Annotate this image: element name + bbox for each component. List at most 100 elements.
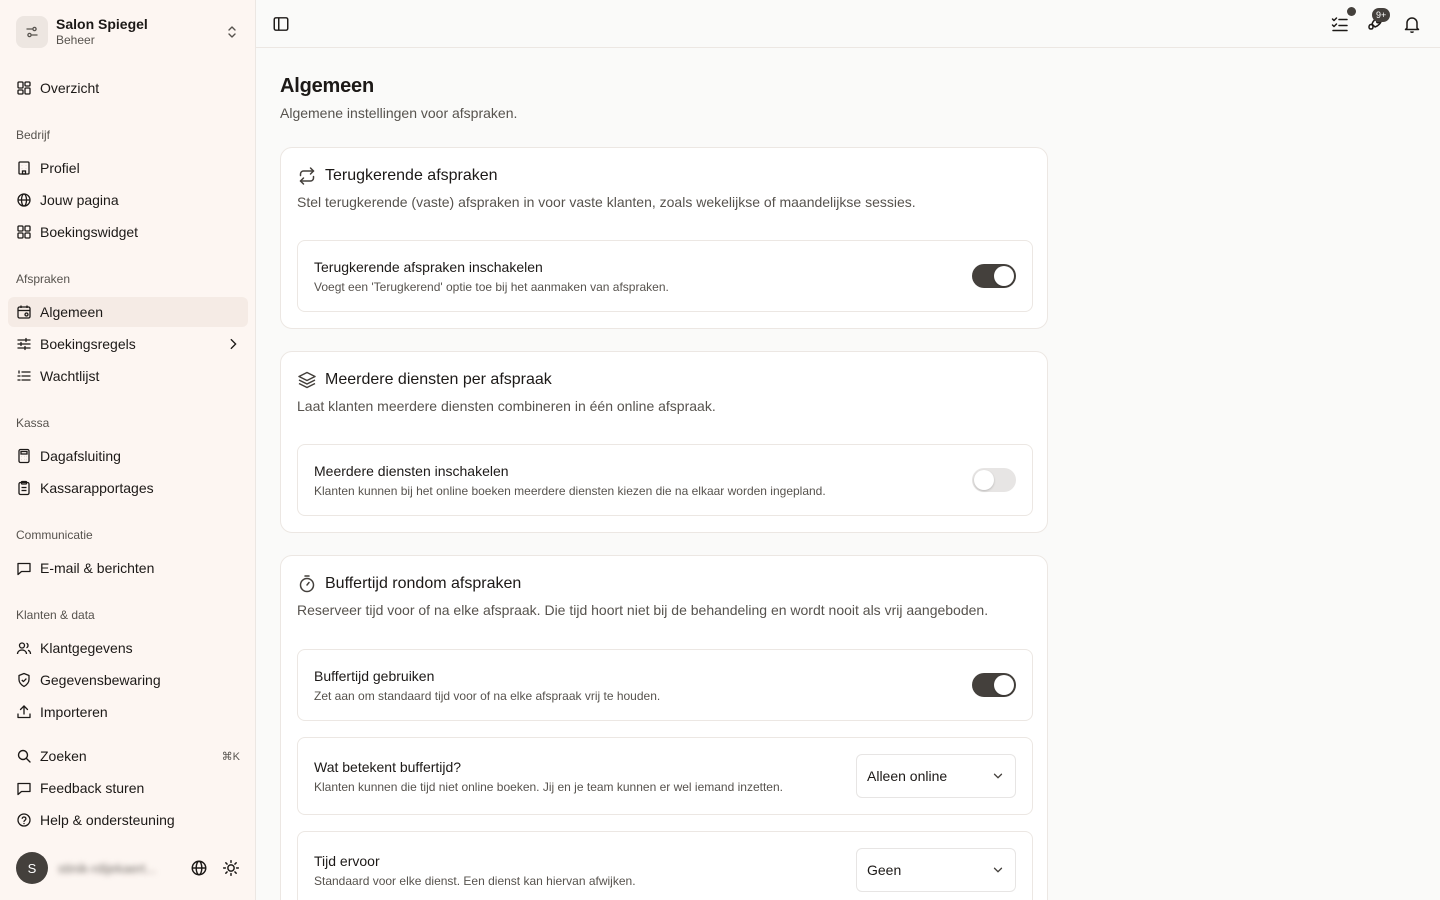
message-square-icon [17, 562, 31, 576]
sidebar-item-feedback[interactable]: Feedback sturen [8, 773, 248, 803]
setting-title: Wat betekent buffertijd? [314, 759, 462, 775]
sidebar-item-label: Help & ondersteuning [40, 812, 175, 828]
sidebar-item-algemeen[interactable]: Algemeen [8, 297, 248, 327]
user-menu[interactable]: S stinik-rdijekaert... [8, 848, 248, 888]
section-label-klanten: Klanten & data [16, 608, 95, 622]
toggle-knob [994, 675, 1014, 695]
sidebar-item-profiel[interactable]: Profiel [8, 153, 248, 183]
sidebar-item-label: E-mail & berichten [40, 560, 155, 576]
bell-icon[interactable] [1402, 14, 1422, 34]
building-icon [18, 161, 30, 175]
calculator-icon [18, 448, 30, 464]
sidebar-item-boekingsregels[interactable]: Boekingsregels [8, 329, 248, 359]
setting-description: Zet aan om standaard tijd voor of na elk… [314, 689, 661, 703]
setting-title: Terugkerende afspraken inschakelen [314, 259, 543, 275]
sidebar-item-label: Profiel [40, 160, 80, 176]
calendar-settings-icon [17, 305, 31, 319]
checklist-icon[interactable] [1330, 14, 1350, 34]
settings-sliders-icon [26, 26, 38, 38]
section-label-bedrijf: Bedrijf [16, 128, 51, 142]
layers-icon [298, 371, 316, 389]
toggle-knob [974, 470, 994, 490]
dashboard-icon [17, 81, 31, 95]
card-recurring-appointments: Terugkerende afspraken Stel terugkerende… [280, 147, 1048, 329]
card-description: Laat klanten meerdere diensten combinere… [297, 398, 716, 414]
buffer-toggle[interactable] [972, 673, 1016, 697]
globe-icon [17, 193, 31, 207]
org-switcher[interactable]: Salon Spiegel Beheer [8, 8, 248, 56]
setting-description: Standaard voor elke dienst. Een dienst k… [314, 874, 636, 888]
buffer-before-select[interactable]: Geen [856, 848, 1016, 892]
sidebar-item-kassarapportages[interactable]: Kassarapportages [8, 473, 248, 503]
sidebar-item-label: Boekingswidget [40, 224, 139, 240]
multi-services-toggle[interactable] [972, 468, 1016, 492]
chevron-down-icon [993, 867, 1003, 873]
help-circle-icon [17, 813, 31, 827]
timer-icon [299, 575, 315, 593]
notifications-count-badge: 9+ [1372, 8, 1391, 22]
section-label-kassa: Kassa [16, 416, 50, 430]
clipboard-icon [18, 480, 30, 496]
sidebar-item-help[interactable]: Help & ondersteuning [8, 805, 248, 835]
sidebar-item-label: Gegevensbewaring [40, 672, 161, 688]
page-title: Algemeen [280, 75, 374, 97]
recurring-toggle[interactable] [972, 264, 1016, 288]
list-ordered-icon [17, 370, 31, 381]
setting-description: Klanten kunnen bij het online boeken mee… [314, 484, 826, 498]
select-value: Alleen online [867, 768, 948, 784]
avatar: S [16, 852, 48, 884]
sidebar-item-label: Dagafsluiting [40, 448, 121, 464]
upload-icon [17, 705, 31, 719]
chevron-right-icon [230, 338, 237, 350]
setting-title: Tijd ervoor [314, 853, 380, 869]
sidebar-item-gegevensbewaring[interactable]: Gegevensbewaring [8, 665, 248, 695]
setting-description: Klanten kunnen die tijd niet online boek… [314, 780, 783, 794]
sidebar: Salon Spiegel Beheer Overzicht Bedrijf P… [0, 0, 256, 900]
sidebar-item-klantgegevens[interactable]: Klantgegevens [8, 633, 248, 663]
sidebar-item-jouw-pagina[interactable]: Jouw pagina [8, 185, 248, 215]
org-role: Beheer [56, 33, 95, 47]
card-buffer-time: Buffertijd rondom afspraken Reserveer ti… [280, 555, 1048, 900]
repeat-icon [299, 167, 315, 185]
card-title: Buffertijd rondom afspraken [325, 575, 522, 592]
setting-title: Buffertijd gebruiken [314, 668, 435, 684]
setting-multi-enable: Meerdere diensten inschakelen Klanten ku… [297, 444, 1033, 516]
user-name: stinik-rdijekaert... [58, 860, 157, 876]
sidebar-toggle-icon[interactable] [272, 15, 290, 33]
message-square-icon [17, 782, 31, 796]
sidebar-item-overzicht[interactable]: Overzicht [8, 73, 248, 103]
widget-grid-icon [17, 225, 31, 239]
sidebar-item-zoeken[interactable]: Zoeken ⌘K [8, 741, 248, 771]
card-multiple-services: Meerdere diensten per afspraak Laat klan… [280, 351, 1048, 533]
card-description: Stel terugkerende (vaste) afspraken in v… [297, 194, 916, 210]
sidebar-item-wachtlijst[interactable]: Wachtlijst [8, 361, 248, 391]
toggle-knob [994, 266, 1014, 286]
buffer-meaning-select[interactable]: Alleen online [856, 754, 1016, 798]
search-icon [17, 749, 31, 763]
users-icon [16, 642, 32, 655]
page-subtitle: Algemene instellingen voor afspraken. [280, 105, 518, 121]
chevrons-up-down-icon [228, 26, 236, 38]
sidebar-item-label: Kassarapportages [40, 480, 154, 496]
setting-title: Meerdere diensten inschakelen [314, 463, 509, 479]
chevron-down-icon [993, 773, 1003, 779]
globe-icon[interactable] [190, 859, 208, 877]
sidebar-item-label: Boekingsregels [40, 336, 136, 352]
sidebar-item-label: Feedback sturen [40, 780, 145, 796]
sidebar-item-dagafsluiting[interactable]: Dagafsluiting [8, 441, 248, 471]
setting-description: Voegt een 'Terugkerend' optie toe bij he… [314, 280, 669, 294]
notification-dot [1347, 7, 1356, 16]
setting-recurring-enable: Terugkerende afspraken inschakelen Voegt… [297, 240, 1033, 312]
setting-buffer-before: Tijd ervoor Standaard voor elke dienst. … [297, 831, 1033, 900]
sidebar-item-boekingswidget[interactable]: Boekingswidget [8, 217, 248, 247]
section-label-afspraken: Afspraken [16, 272, 71, 286]
sidebar-item-label: Zoeken [40, 748, 87, 764]
sidebar-item-importeren[interactable]: Importeren [8, 697, 248, 727]
sidebar-item-email[interactable]: E-mail & berichten [8, 553, 248, 583]
card-description: Reserveer tijd voor of na elke afspraak.… [297, 602, 989, 618]
sidebar-item-label: Jouw pagina [40, 192, 119, 208]
sidebar-item-label: Importeren [40, 704, 108, 720]
sidebar-item-label: Overzicht [40, 80, 100, 96]
sun-icon[interactable] [222, 859, 240, 877]
select-value: Geen [867, 862, 902, 878]
